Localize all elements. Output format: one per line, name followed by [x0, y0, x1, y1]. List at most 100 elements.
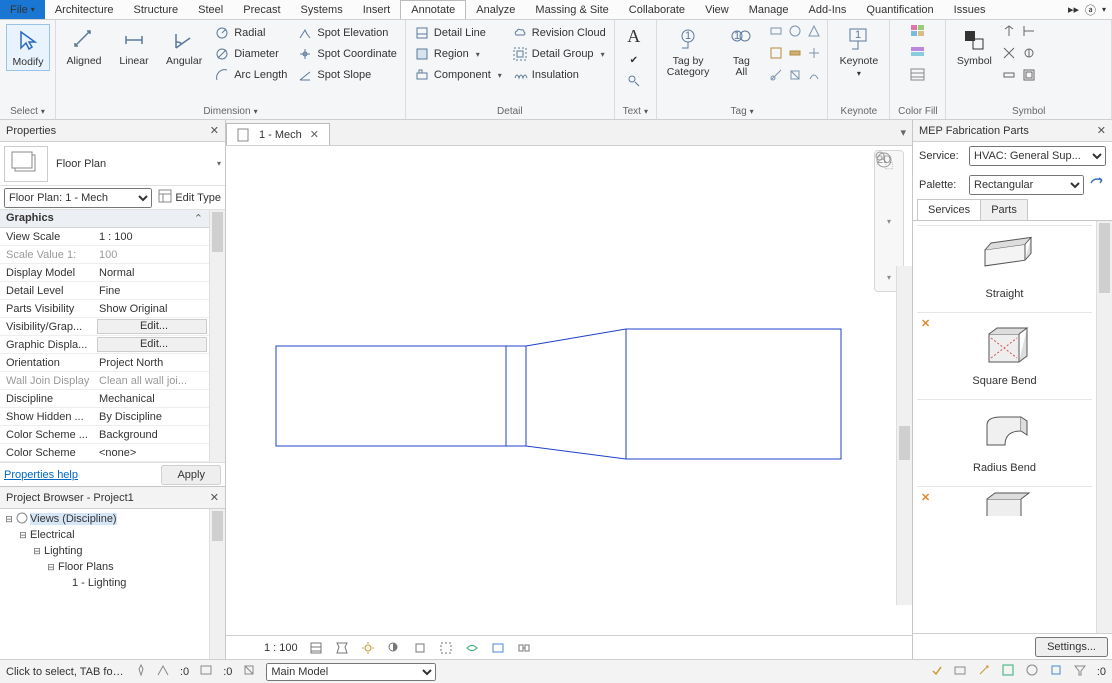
tab-file[interactable]: File ▾ [0, 0, 45, 19]
tag-all-button[interactable]: 1Tag All [719, 24, 763, 80]
part-item[interactable]: Straight [917, 225, 1092, 312]
colorfill-3-icon[interactable] [910, 68, 926, 85]
radial-dim-button[interactable]: Radial [212, 24, 289, 42]
spot-elevation-button[interactable]: Spot Elevation [295, 24, 399, 42]
prop-row[interactable]: OrientationProject North [0, 354, 209, 372]
tree-item[interactable]: ⊟Floor Plans [0, 559, 225, 575]
spellcheck-button[interactable]: ✔ [624, 51, 644, 69]
tab-quantification[interactable]: Quantification [856, 0, 943, 19]
vc-crop-icon[interactable] [412, 640, 428, 656]
delete-icon[interactable]: ✕ [921, 491, 930, 504]
tag-small-3-icon[interactable] [807, 24, 821, 41]
vc-detail-icon[interactable] [308, 640, 324, 656]
linear-dim-button[interactable]: Linear [112, 24, 156, 69]
sym-2-icon[interactable] [1022, 24, 1036, 41]
service-select[interactable]: HVAC: General Sup... [969, 146, 1106, 166]
settings-button[interactable]: Settings... [1035, 637, 1108, 657]
vc-sun-icon[interactable] [360, 640, 376, 656]
apply-button[interactable]: Apply [161, 465, 221, 485]
palette-config-icon[interactable] [1088, 174, 1106, 195]
tab-annotate[interactable]: Annotate [400, 0, 466, 19]
colorfill-1-icon[interactable] [910, 24, 926, 41]
keynote-button[interactable]: 1Keynote▾ [836, 24, 883, 80]
aligned-dim-button[interactable]: Aligned [62, 24, 106, 69]
properties-help-link[interactable]: Properties help [4, 469, 78, 481]
symbol-button[interactable]: Symbol [952, 24, 996, 69]
tag-small-6-icon[interactable] [807, 46, 821, 63]
prop-row[interactable]: Graphic Displa...Edit... [0, 336, 209, 354]
canvas-vscrollbar[interactable] [896, 266, 912, 605]
tab-services[interactable]: Services [917, 199, 981, 220]
tab-massing-site[interactable]: Massing & Site [525, 0, 618, 19]
prop-row[interactable]: View Scale1 : 100 [0, 228, 209, 246]
tag-small-4-icon[interactable] [769, 46, 783, 63]
tab-architecture[interactable]: Architecture [45, 0, 124, 19]
tree-item[interactable]: 1 - Lighting [0, 575, 225, 591]
vc-shadow-icon[interactable] [386, 640, 402, 656]
tree-twisty-icon[interactable]: ⊟ [32, 546, 42, 557]
sb-ic2-icon[interactable] [953, 663, 967, 680]
region-button[interactable]: Region [412, 45, 504, 63]
text-button[interactable]: A [621, 24, 647, 48]
prop-row[interactable]: Display ModelNormal [0, 264, 209, 282]
part-item[interactable]: ✕Square Bend [917, 312, 1092, 399]
tab-analyze[interactable]: Analyze [466, 0, 525, 19]
sym-5-icon[interactable] [1002, 68, 1016, 85]
tab-overflow[interactable]: ▸▸ ⓐ▾ [1062, 0, 1112, 19]
tab-collaborate[interactable]: Collaborate [619, 0, 695, 19]
vc-visual-icon[interactable] [334, 640, 350, 656]
prop-row[interactable]: Show Hidden ...By Discipline [0, 408, 209, 426]
drawing-canvas[interactable]: ⬚ 2D ▾ ▾ [226, 146, 912, 635]
spot-slope-button[interactable]: Spot Slope [295, 66, 399, 84]
spot-coordinate-button[interactable]: Spot Coordinate [295, 45, 399, 63]
edit-type-button[interactable]: Edit Type [158, 189, 221, 206]
prop-row[interactable]: Color Scheme<none> [0, 444, 209, 462]
revision-cloud-button[interactable]: Revision Cloud [510, 24, 608, 42]
prop-row[interactable]: Detail LevelFine [0, 282, 209, 300]
sym-4-icon[interactable] [1022, 46, 1036, 63]
close-icon[interactable]: ✕ [210, 124, 219, 137]
tab-structure[interactable]: Structure [124, 0, 189, 19]
part-item[interactable]: ✕ [917, 486, 1092, 516]
tree-twisty-icon[interactable]: ⊟ [18, 530, 28, 541]
insulation-button[interactable]: Insulation [510, 66, 608, 84]
tab-issues[interactable]: Issues [944, 0, 996, 19]
findreplace-button[interactable] [624, 72, 644, 90]
sb-ic1-icon[interactable] [929, 663, 943, 680]
sb-ic4-icon[interactable] [1001, 663, 1015, 680]
tab-precast[interactable]: Precast [233, 0, 290, 19]
nav-wheel-icon[interactable]: 2D [879, 183, 899, 203]
arclength-dim-button[interactable]: Arc Length [212, 66, 289, 84]
tag-small-7-icon[interactable] [769, 68, 783, 85]
sb-ic5-icon[interactable] [1025, 663, 1039, 680]
tab-parts[interactable]: Parts [980, 199, 1028, 220]
select-group-label[interactable]: Select [6, 104, 49, 117]
tag-small-1-icon[interactable] [769, 24, 783, 41]
tab-add-ins[interactable]: Add-Ins [798, 0, 856, 19]
prop-scrollbar[interactable] [209, 210, 225, 462]
workset-select[interactable]: Main Model [266, 663, 436, 681]
tree-twisty-icon[interactable]: ⊟ [46, 562, 56, 573]
tag-group-label[interactable]: Tag [663, 104, 822, 117]
tree-item[interactable]: ⊟Lighting [0, 543, 225, 559]
tab-view[interactable]: View [695, 0, 739, 19]
sym-6-icon[interactable] [1022, 68, 1036, 85]
modify-button[interactable]: Modify [6, 24, 50, 71]
prop-group-graphics[interactable]: Graphics⌃ [0, 210, 209, 228]
tab-systems[interactable]: Systems [291, 0, 353, 19]
type-selector[interactable]: Floor Plan ▾ [0, 142, 225, 186]
view-scale[interactable]: 1 : 100 [264, 642, 298, 654]
help-icon[interactable]: ⓐ [1085, 2, 1096, 18]
colorfill-2-icon[interactable] [910, 46, 926, 63]
component-button[interactable]: Component [412, 66, 504, 84]
tag-small-5-icon[interactable] [788, 46, 802, 63]
close-icon[interactable]: ✕ [210, 491, 219, 504]
text-group-label[interactable]: Text [621, 104, 650, 117]
vc-reveal-icon[interactable] [490, 640, 506, 656]
prop-row[interactable]: Visibility/Grap...Edit... [0, 318, 209, 336]
prop-row[interactable]: Parts VisibilityShow Original [0, 300, 209, 318]
sb-ic3-icon[interactable] [977, 663, 991, 680]
tree-twisty-icon[interactable]: ⊟ [4, 514, 14, 525]
sb-filter-icon[interactable] [1073, 663, 1087, 680]
angular-dim-button[interactable]: Angular [162, 24, 206, 69]
